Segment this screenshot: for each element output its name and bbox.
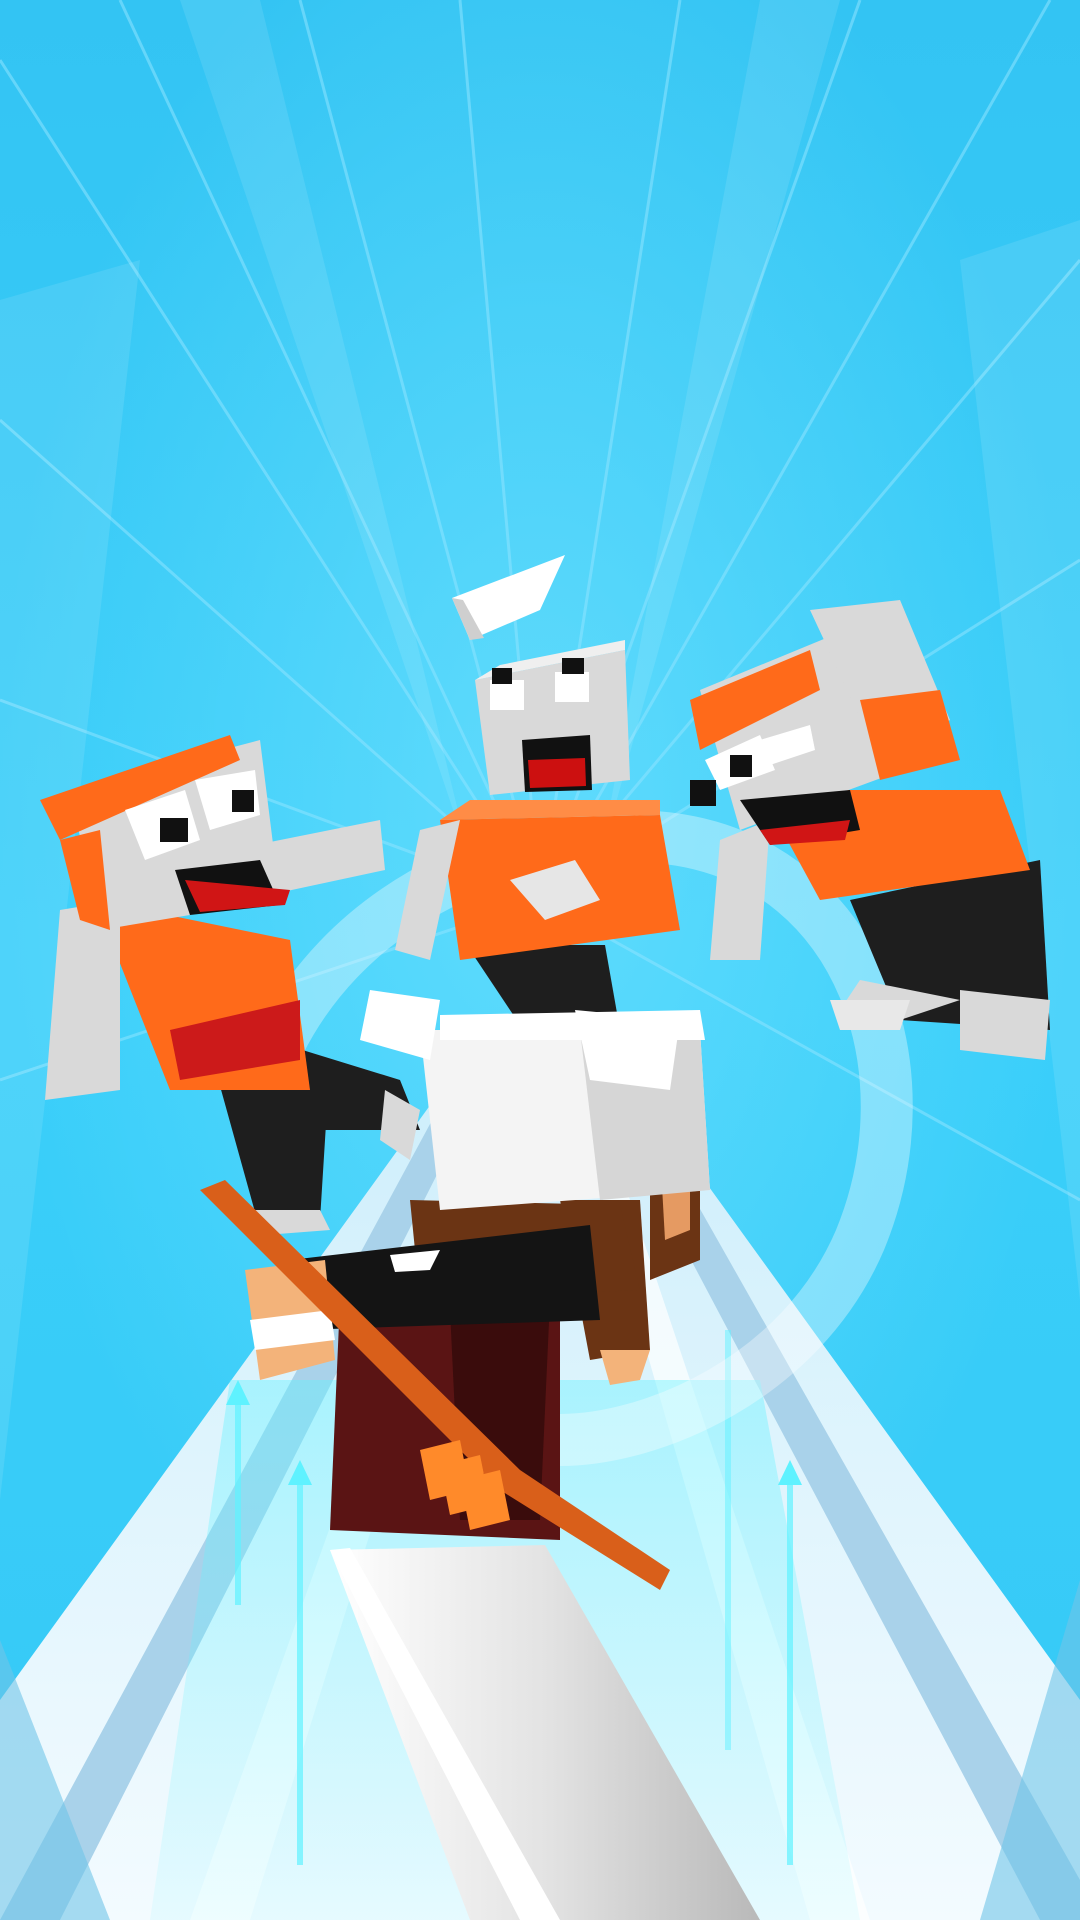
scene-canvas (0, 0, 1080, 1920)
game-scene (0, 0, 1080, 1920)
eye-right (555, 672, 589, 702)
eye-left (490, 680, 524, 710)
